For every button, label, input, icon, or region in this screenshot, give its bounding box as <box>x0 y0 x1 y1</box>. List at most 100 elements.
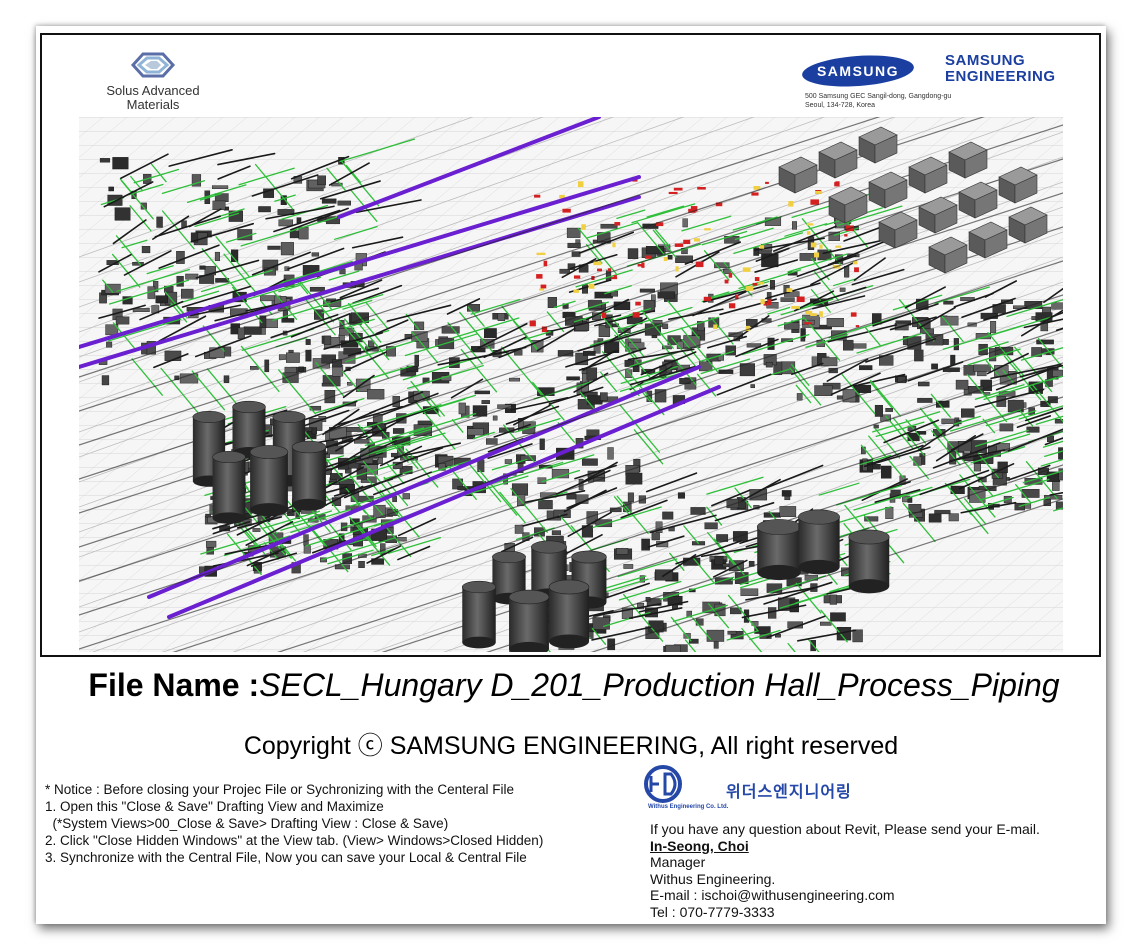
equipment-block <box>955 379 969 390</box>
equipment-block <box>931 363 938 370</box>
equipment-block <box>641 538 650 551</box>
equipment-block <box>99 158 111 163</box>
equipment-block <box>115 316 130 325</box>
valve-mark <box>573 275 581 279</box>
valve-mark <box>540 284 547 289</box>
contact-company: Withus Engineering. <box>650 870 776 887</box>
equipment-block <box>1058 468 1063 481</box>
equipment-block <box>852 629 863 643</box>
equipment-block <box>1021 489 1040 498</box>
valve-mark <box>742 267 751 272</box>
equipment-block <box>950 354 956 366</box>
equipment-block <box>311 252 320 257</box>
valve-mark <box>573 289 579 293</box>
equipment-block <box>547 297 557 308</box>
equipment-block <box>796 393 803 401</box>
equipment-block <box>441 326 460 334</box>
valve-mark <box>581 224 586 230</box>
valve-mark <box>607 268 612 272</box>
equipment-block <box>885 408 893 412</box>
equipment-block <box>417 420 433 425</box>
valve-mark <box>668 191 678 195</box>
equipment-block <box>303 545 311 554</box>
valve-mark <box>806 231 811 235</box>
valve-mark <box>765 181 769 184</box>
equipment-block <box>258 206 271 213</box>
equipment-block <box>677 492 685 499</box>
equipment-block <box>358 561 365 568</box>
valve-mark <box>637 264 644 267</box>
file-name: File Name :SECL_Hungary D_201_Production… <box>54 667 1094 704</box>
equipment-block <box>779 506 797 518</box>
equipment-block <box>280 242 294 256</box>
equipment-block <box>625 369 633 378</box>
equipment-block <box>132 262 144 266</box>
equipment-block <box>112 157 129 170</box>
file-name-label: File Name : <box>88 667 260 703</box>
tank-icon <box>798 509 840 575</box>
equipment-block <box>914 349 924 362</box>
equipment-block <box>156 216 163 228</box>
equipment-block <box>880 465 892 479</box>
equipment-block <box>474 390 490 395</box>
equipment-block <box>539 438 545 450</box>
equipment-block <box>597 338 604 342</box>
valve-mark <box>635 301 641 306</box>
equipment-block <box>205 513 211 518</box>
valve-mark <box>819 244 823 249</box>
samsung-engineering-line1: SAMSUNG <box>945 52 1026 69</box>
equipment-block <box>943 300 954 305</box>
equipment-block <box>392 428 405 434</box>
valve-mark <box>632 312 640 318</box>
equipment-block <box>651 532 660 541</box>
valve-mark <box>588 283 595 289</box>
samsung-engineering-logo: SAMSUNG ENGINEERING <box>945 53 1056 85</box>
equipment-block <box>639 288 655 293</box>
equipment-block <box>1051 302 1063 310</box>
equipment-block <box>792 221 797 230</box>
solus-logo-line1: Solus Advanced <box>106 83 200 98</box>
equipment-block <box>1052 369 1063 377</box>
equipment-block <box>961 408 975 418</box>
equipment-block <box>141 246 151 254</box>
equipment-block <box>392 496 397 503</box>
valve-mark <box>577 181 584 188</box>
contact-block: If you have any question about Revit, Pl… <box>650 821 1040 920</box>
valve-mark <box>805 310 813 315</box>
equipment-block <box>237 327 245 340</box>
contact-title: Manager <box>650 854 706 870</box>
equipment-block <box>706 629 725 642</box>
valve-mark <box>724 279 729 284</box>
withus-korean-name: 위더스엔지니어링 <box>726 784 852 801</box>
equipment-block <box>814 385 833 396</box>
valve-mark <box>819 311 823 317</box>
equipment-block <box>317 175 326 186</box>
equipment-block <box>571 251 581 257</box>
equipment-block <box>885 507 894 519</box>
equipment-block <box>657 291 675 299</box>
equipment-block <box>600 392 608 401</box>
valve-mark <box>791 305 800 309</box>
tank-icon <box>548 579 590 649</box>
notice-line: 3. Synchronize with the Central File, No… <box>45 850 527 865</box>
equipment-block <box>627 248 639 260</box>
equipment-block <box>566 376 580 381</box>
valve-mark <box>703 296 711 301</box>
company-address: 500 Samsung GEC Sangil-dong, Gangdong-gu… <box>805 92 951 110</box>
valve-mark <box>697 186 706 190</box>
valve-mark <box>529 320 536 327</box>
equipment-block <box>504 459 513 464</box>
valve-mark <box>745 286 754 291</box>
equipment-block <box>205 540 217 548</box>
equipment-block <box>607 447 614 460</box>
equipment-block <box>212 185 229 189</box>
contact-email[interactable]: E-mail : ischoi@withusengineering.com <box>650 887 1040 904</box>
equipment-block <box>594 291 613 299</box>
equipment-block <box>305 349 312 362</box>
equipment-block <box>583 350 596 356</box>
equipment-block <box>941 418 957 424</box>
equipment-block <box>990 321 997 334</box>
equipment-block <box>830 612 846 622</box>
equipment-block <box>484 328 497 339</box>
equipment-block <box>665 644 681 652</box>
